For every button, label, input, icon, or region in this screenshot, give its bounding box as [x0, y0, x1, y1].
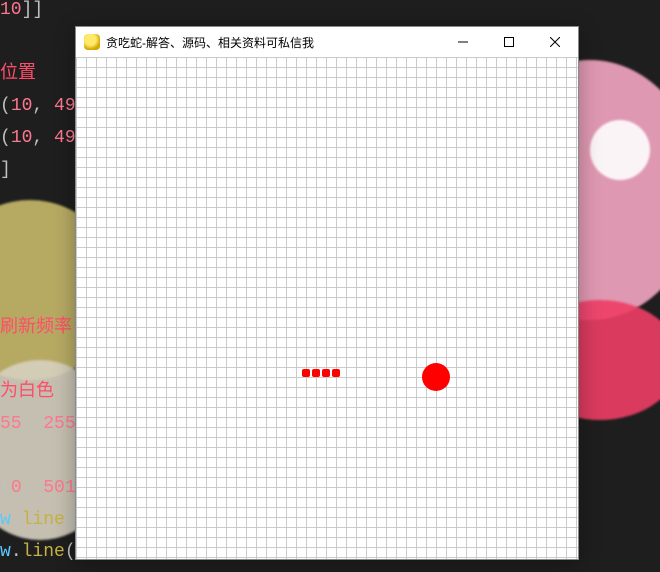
game-canvas[interactable] [76, 57, 578, 559]
code-line: 55, 255 [0, 408, 76, 440]
title-bar[interactable]: 贪吃蛇-解答、源码、相关资料可私信我 [76, 27, 578, 58]
snake-body [312, 369, 320, 377]
code-line: 10]] [0, 0, 43, 26]
minimize-button[interactable] [440, 27, 486, 57]
maximize-button[interactable] [486, 27, 532, 57]
window-title: 贪吃蛇-解答、源码、相关资料可私信我 [106, 34, 314, 51]
code-line: w.line( [0, 504, 76, 536]
code-line: 为白色 [0, 376, 54, 408]
app-icon [84, 34, 100, 50]
code-line: ] [0, 154, 11, 186]
food [422, 363, 450, 391]
close-button[interactable] [532, 27, 578, 57]
code-line: (0, 501 [0, 472, 76, 504]
snake-head [332, 369, 340, 377]
snake-body [302, 369, 310, 377]
code-line: 位置 [0, 58, 36, 90]
code-line: (10, 49 [0, 122, 76, 154]
code-line: (10, 49 [0, 90, 76, 122]
code-line: 刷新频率 [0, 312, 72, 344]
app-window: 贪吃蛇-解答、源码、相关资料可私信我 [75, 26, 579, 560]
snake-body [322, 369, 330, 377]
